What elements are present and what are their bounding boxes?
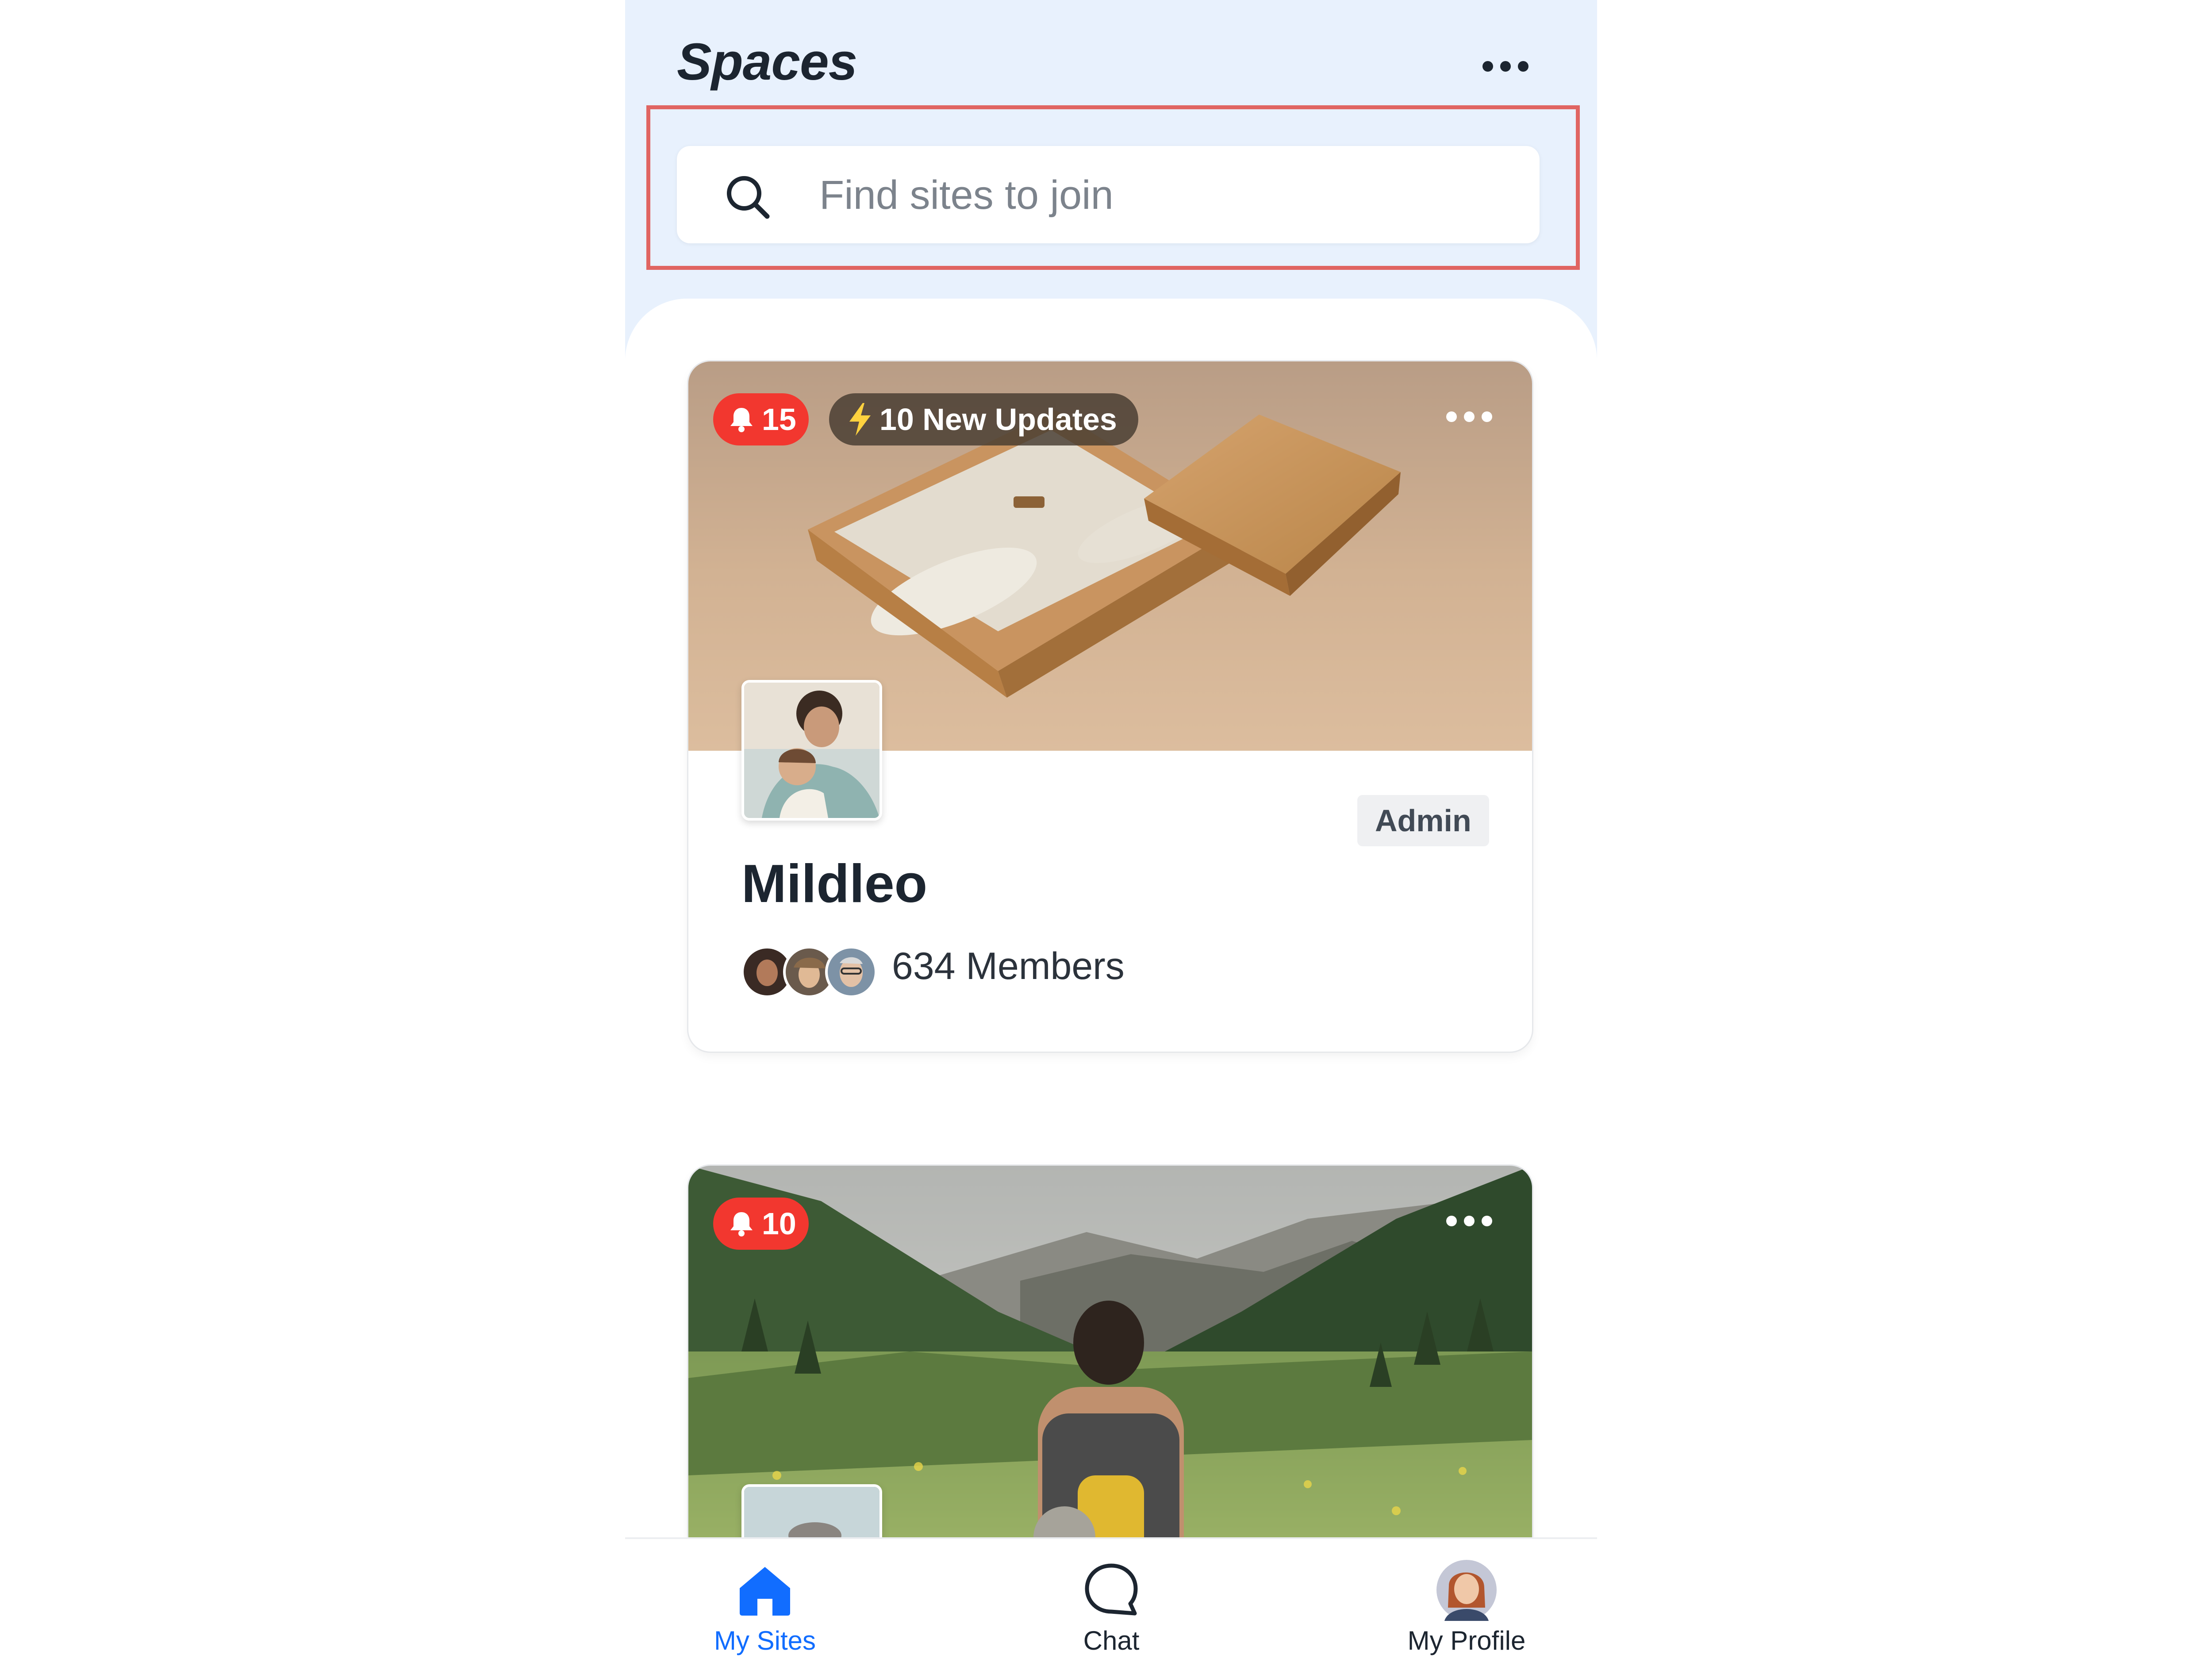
app-screen: Spaces Find sites to join 15 10 New Upda… <box>625 0 1597 1674</box>
nav-my-sites[interactable]: My Sites <box>654 1559 876 1656</box>
updates-label: 10 New Updates <box>879 402 1117 437</box>
notification-count: 15 <box>762 402 796 437</box>
card-more-button[interactable] <box>1440 403 1498 430</box>
more-options-button[interactable] <box>1475 53 1536 80</box>
site-name: Mildleo <box>741 853 928 914</box>
sites-list: 15 10 New Updates Admin Mildleo 634 Memb… <box>625 299 1597 1608</box>
lightning-icon <box>849 403 871 436</box>
chat-icon <box>1085 1563 1138 1616</box>
notification-badge: 15 <box>713 393 809 445</box>
bell-icon <box>730 408 753 432</box>
updates-badge[interactable]: 10 New Updates <box>829 393 1138 445</box>
page-title: Spaces <box>677 33 857 91</box>
nav-label: My Sites <box>714 1626 816 1655</box>
site-card[interactable]: 15 10 New Updates Admin Mildleo 634 Memb… <box>688 361 1532 1052</box>
member-avatars <box>741 946 877 998</box>
profile-avatar <box>1436 1560 1497 1621</box>
bell-icon <box>730 1212 753 1236</box>
role-badge: Admin <box>1357 795 1489 846</box>
site-logo <box>741 680 882 821</box>
nav-my-profile[interactable]: My Profile <box>1356 1559 1577 1656</box>
member-count: 634 Members <box>892 945 1125 987</box>
home-icon <box>740 1567 790 1616</box>
bottom-navigation: My Sites Chat My Profile <box>625 1537 1597 1674</box>
more-horizontal-icon <box>1440 1208 1498 1234</box>
nav-label: Chat <box>1083 1626 1140 1655</box>
search-input[interactable] <box>818 164 1519 227</box>
search-icon <box>727 176 770 219</box>
more-horizontal-icon <box>1440 403 1498 430</box>
notification-badge: 10 <box>713 1198 809 1250</box>
more-horizontal-icon <box>1475 53 1536 80</box>
nav-label: My Profile <box>1407 1626 1526 1655</box>
notification-count: 10 <box>762 1206 796 1241</box>
nav-chat[interactable]: Chat <box>1001 1559 1222 1656</box>
search-bar[interactable] <box>677 146 1540 243</box>
card-more-button[interactable] <box>1440 1208 1498 1234</box>
